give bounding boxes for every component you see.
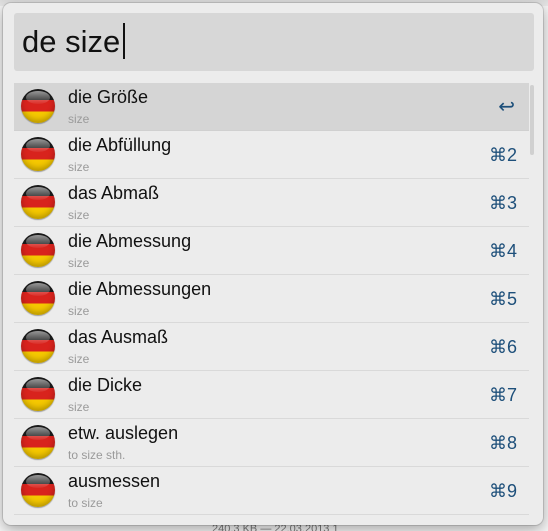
german-flag-icon <box>21 137 55 171</box>
result-shortcut: ⌘6 <box>488 337 517 357</box>
return-key-icon: ↩ <box>498 96 515 118</box>
result-subtitle: size <box>68 208 90 222</box>
result-subtitle: size <box>68 112 90 126</box>
results-list: die Größe size ↩ die Abfüllung size ⌘2 d… <box>14 83 529 520</box>
result-subtitle: to size sth. <box>68 448 126 462</box>
result-shortcut: ⌘5 <box>488 289 517 309</box>
result-title: die Dicke <box>68 375 143 395</box>
result-row[interactable]: das Ausmaß size ⌘6 <box>14 323 529 371</box>
german-flag-icon <box>21 233 55 267</box>
result-subtitle: size <box>68 160 90 174</box>
result-row[interactable]: die Größe size ↩ <box>14 83 529 131</box>
search-input[interactable]: de size <box>22 23 126 61</box>
german-flag-icon <box>21 473 55 507</box>
result-row[interactable]: das Abmaß size ⌘3 <box>14 179 529 227</box>
german-flag-icon <box>21 89 55 123</box>
result-row[interactable]: die Dicke size ⌘7 <box>14 371 529 419</box>
result-row[interactable]: etw. auslegen to size sth. ⌘8 <box>14 419 529 467</box>
result-title: das Abmaß <box>68 183 160 203</box>
german-flag-icon <box>21 377 55 411</box>
result-row[interactable]: die Abmessung size ⌘4 <box>14 227 529 275</box>
result-title: das Ausmaß <box>68 327 169 347</box>
result-row[interactable]: die Abfüllung size ⌘2 <box>14 131 529 179</box>
result-subtitle: size <box>68 304 90 318</box>
search-field[interactable]: de size <box>14 13 534 71</box>
result-subtitle: size <box>68 400 90 414</box>
result-title: etw. auslegen <box>68 423 179 443</box>
german-flag-icon <box>21 425 55 459</box>
german-flag-icon <box>21 281 55 315</box>
result-title: die Abmessungen <box>68 279 212 299</box>
result-shortcut: ⌘7 <box>488 385 517 405</box>
result-title: die Abmessung <box>68 231 192 251</box>
text-caret <box>123 23 126 59</box>
german-flag-icon <box>21 185 55 219</box>
search-query: de size <box>22 24 121 59</box>
german-flag-icon <box>21 329 55 363</box>
results-scrollbar[interactable] <box>530 85 534 155</box>
result-row[interactable]: ausmessen to size ⌘9 <box>14 467 529 515</box>
result-row[interactable]: die Abmessungen size ⌘5 <box>14 275 529 323</box>
launcher-window: de size die Größe size ↩ die Abfüllung s… <box>3 3 543 525</box>
result-title: die Größe <box>68 87 149 107</box>
result-shortcut: ⌘9 <box>488 481 517 501</box>
result-shortcut: ⌘4 <box>488 241 517 261</box>
result-subtitle: to size <box>68 496 103 510</box>
result-title: ausmessen <box>68 471 161 491</box>
result-subtitle: size <box>68 256 90 270</box>
result-title: die Abfüllung <box>68 135 172 155</box>
result-shortcut: ⌘8 <box>488 433 517 453</box>
result-subtitle: size <box>68 352 90 366</box>
result-shortcut: ⌘3 <box>488 193 517 213</box>
result-shortcut: ⌘2 <box>488 145 517 165</box>
